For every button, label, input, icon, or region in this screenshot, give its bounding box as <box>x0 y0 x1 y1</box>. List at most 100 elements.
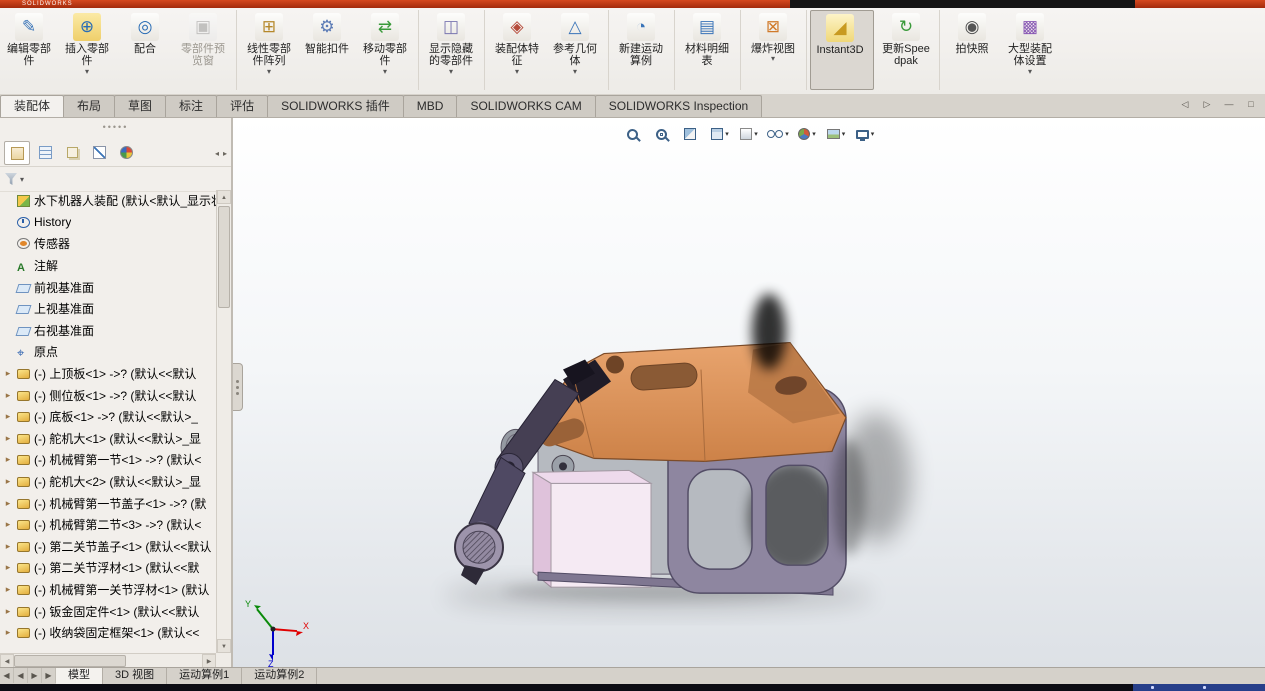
scroll-right-icon[interactable]: ▶ <box>202 654 216 668</box>
panel-flyout-handle[interactable] <box>233 363 243 411</box>
tree-item[interactable]: 原点 <box>0 341 216 363</box>
expand-caret-icon[interactable]: ▸ <box>3 519 13 530</box>
tree-item[interactable]: ▸ (-) 第二关节浮材<1> (默认<<默 <box>0 557 216 579</box>
ribbon-button[interactable]: 配合 <box>116 10 174 90</box>
ribbon-button[interactable]: 移动零部件 ▾ <box>356 10 419 90</box>
ribbon-button[interactable]: 插入零部件 ▾ <box>58 10 116 90</box>
scroll-left-icon[interactable]: ◀ <box>0 654 14 668</box>
pane-control-icon[interactable]: ◁ <box>1177 96 1193 112</box>
edit-appearance[interactable]: ▾ <box>794 123 820 145</box>
expand-caret-icon[interactable]: ▸ <box>3 433 13 444</box>
ribbon-button[interactable]: 装配体特征 ▾ <box>488 10 546 90</box>
tree-item[interactable]: ▸ (-) 舵机大<1> (默认<<默认>_显 <box>0 428 216 450</box>
tab-scroll-icon[interactable]: ◀ <box>14 668 28 683</box>
vertical-scroll-thumb[interactable] <box>218 206 230 308</box>
scroll-up-icon[interactable]: ▲ <box>217 190 231 204</box>
ribbon-tab[interactable]: MBD <box>402 95 458 117</box>
ribbon-button[interactable]: 编辑零部件 <box>0 10 58 90</box>
panel-tab[interactable] <box>60 141 84 163</box>
tree-item[interactable]: ▸ (-) 收纳袋固定框架<1> (默认<< <box>0 622 216 644</box>
panel-tab-scroll-icon[interactable]: ▸ <box>223 149 227 158</box>
display-style[interactable]: ▾ <box>736 123 762 145</box>
view-settings[interactable]: ▾ <box>852 123 878 145</box>
ribbon-tab[interactable]: 装配体 <box>0 95 65 117</box>
panel-tab[interactable] <box>114 141 138 163</box>
ribbon-tab[interactable]: 评估 <box>216 95 269 117</box>
tree-horizontal-scrollbar[interactable]: ◀ ▶ <box>0 653 216 668</box>
expand-caret-icon[interactable]: ▸ <box>3 606 13 617</box>
expand-caret-icon[interactable]: ▸ <box>3 411 13 422</box>
ribbon-tab[interactable]: 草图 <box>114 95 167 117</box>
tree-item[interactable]: 前视基准面 <box>0 276 216 298</box>
study-tab[interactable]: 模型 <box>56 668 103 684</box>
expand-caret-icon[interactable]: ▸ <box>3 541 13 552</box>
ribbon-tab[interactable]: 布局 <box>63 95 116 117</box>
ribbon-button[interactable]: 爆炸视图 ▾ <box>744 10 807 90</box>
panel-drag-handle[interactable]: ••••• <box>0 118 231 140</box>
ribbon-tab[interactable]: 标注 <box>165 95 218 117</box>
tree-item[interactable]: ▸ (-) 舵机大<2> (默认<<默认>_显 <box>0 471 216 493</box>
section-view[interactable] <box>678 123 704 145</box>
filter-funnel-icon[interactable] <box>5 173 17 185</box>
tree-item[interactable]: ▸ (-) 机械臂第一节盖子<1> ->? (默 <box>0 492 216 514</box>
tree-item[interactable]: ▸ (-) 机械臂第一关节浮材<1> (默认 <box>0 579 216 601</box>
panel-tab-scroll-icon[interactable]: ◂ <box>215 149 219 158</box>
tree-item[interactable]: 水下机器人装配 (默认<默认_显示状 <box>0 190 216 212</box>
ribbon-button[interactable]: Instant3D <box>810 10 874 90</box>
tree-item[interactable]: 传感器 <box>0 233 216 255</box>
ribbon-button[interactable]: 智能扣件 <box>298 10 356 90</box>
tree-item[interactable]: 右视基准面 <box>0 320 216 342</box>
tree-item[interactable]: ▸ (-) 上顶板<1> ->? (默认<<默认 <box>0 363 216 385</box>
pane-control-icon[interactable]: ▷ <box>1199 96 1215 112</box>
expand-caret-icon[interactable]: ▸ <box>3 368 13 379</box>
panel-tab[interactable] <box>4 141 30 165</box>
ribbon-button[interactable]: 材料明细表 <box>678 10 741 90</box>
pane-control-icon[interactable]: □ <box>1243 96 1259 112</box>
study-tab[interactable]: 运动算例1 <box>167 668 243 684</box>
tree-item[interactable]: 上视基准面 <box>0 298 216 320</box>
expand-caret-icon[interactable]: ▸ <box>3 627 13 638</box>
panel-tab[interactable] <box>87 141 111 163</box>
ribbon-button[interactable]: 更新Speedpak <box>877 10 940 90</box>
panel-tab[interactable] <box>33 141 57 163</box>
expand-caret-icon[interactable]: ▸ <box>3 476 13 487</box>
tree-item[interactable]: ▸ (-) 侧位板<1> ->? (默认<<默认 <box>0 384 216 406</box>
ribbon-button[interactable]: 显示隐藏的零部件 ▾ <box>422 10 485 90</box>
expand-caret-icon[interactable]: ▸ <box>3 498 13 509</box>
study-tab[interactable]: 3D 视图 <box>103 668 168 684</box>
tree-item[interactable]: ▸ (-) 钣金固定件<1> (默认<<默认 <box>0 600 216 622</box>
scroll-down-icon[interactable]: ▼ <box>217 639 231 653</box>
study-tab[interactable]: 运动算例2 <box>242 668 318 684</box>
ribbon-button[interactable]: 大型装配体设置 ▾ <box>1001 10 1059 90</box>
ribbon-button[interactable]: 线性零部件阵列 ▾ <box>240 10 298 90</box>
zoom-area[interactable] <box>649 123 675 145</box>
tab-scroll-icon[interactable]: ◀ <box>0 668 14 683</box>
expand-caret-icon[interactable]: ▸ <box>3 390 13 401</box>
tree-item[interactable]: History <box>0 212 216 234</box>
expand-caret-icon[interactable]: ▸ <box>3 562 13 573</box>
rov-3d-model[interactable]: Y X Z <box>233 118 1265 668</box>
view-orientation[interactable]: ▾ <box>707 123 733 145</box>
hide-show-items[interactable]: ▾ <box>765 123 791 145</box>
ribbon-tab[interactable]: SOLIDWORKS CAM <box>456 95 596 117</box>
expand-caret-icon[interactable]: ▸ <box>3 584 13 595</box>
tree-vertical-scrollbar[interactable]: ▲ ▼ <box>216 190 231 653</box>
ribbon-button[interactable]: 参考几何体 ▾ <box>546 10 609 90</box>
tree-item[interactable]: ▸ (-) 底板<1> ->? (默认<<默认>_ <box>0 406 216 428</box>
tree-item[interactable]: 注解 <box>0 255 216 277</box>
graphics-viewport[interactable]: Y X Z ▾ ▾ ▾ ▾ ▾ ▾ <box>233 118 1265 668</box>
filter-caret-icon[interactable]: ▾ <box>20 175 24 184</box>
tree-item[interactable]: ▸ (-) 机械臂第二节<3> ->? (默认< <box>0 514 216 536</box>
tab-scroll-icon[interactable]: ▶ <box>42 668 56 683</box>
horizontal-scroll-thumb[interactable] <box>14 655 126 667</box>
tree-item[interactable]: ▸ (-) 第二关节盖子<1> (默认<<默认 <box>0 536 216 558</box>
tab-scroll-icon[interactable]: ▶ <box>28 668 42 683</box>
pane-control-icon[interactable]: — <box>1221 96 1237 112</box>
ribbon-button[interactable]: 新建运动算例 <box>612 10 675 90</box>
ribbon-tab[interactable]: SOLIDWORKS Inspection <box>594 95 763 117</box>
expand-caret-icon[interactable]: ▸ <box>3 454 13 465</box>
ribbon-tab[interactable]: SOLIDWORKS 插件 <box>267 95 404 117</box>
ribbon-button[interactable]: 拍快照 <box>943 10 1001 90</box>
ribbon-button[interactable]: 零部件预览窗 <box>174 10 237 90</box>
apply-scene[interactable]: ▾ <box>823 123 849 145</box>
